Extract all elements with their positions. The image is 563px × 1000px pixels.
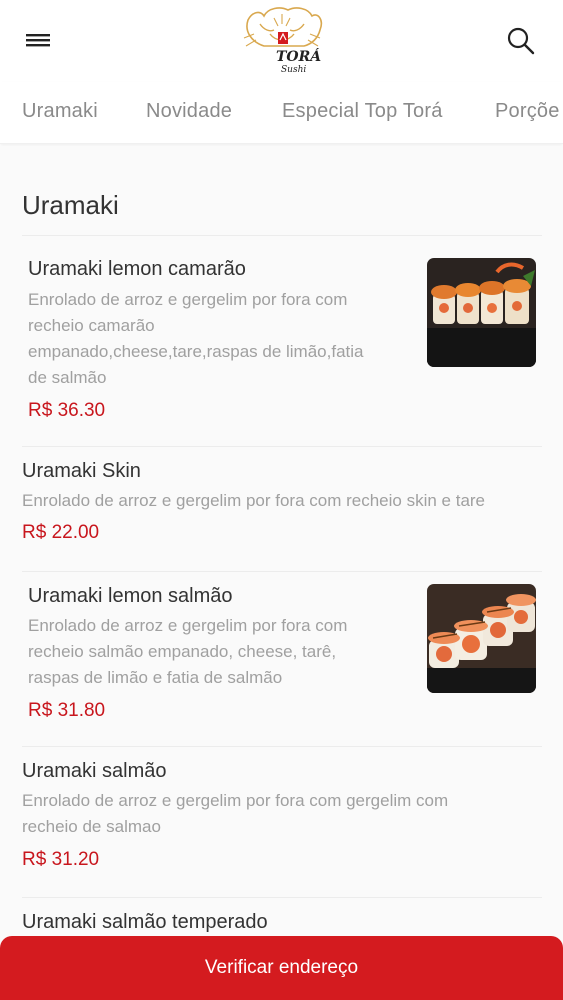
menu-button[interactable] bbox=[22, 26, 54, 54]
menu-item[interactable]: Uramaki salmão Enrolado de arroz e gerge… bbox=[0, 747, 563, 897]
tab-porcoes[interactable]: Porçõe bbox=[495, 100, 560, 123]
tora-sushi-logo[interactable]: TORÁ Sushi bbox=[234, 4, 330, 76]
tab-especial-top-tora[interactable]: Especial Top Torá bbox=[282, 100, 443, 123]
category-tabs: Uramaki Novidade Especial Top Torá Porçõ… bbox=[0, 82, 563, 144]
item-name: Uramaki lemon salmão bbox=[28, 585, 233, 607]
svg-text:Sushi: Sushi bbox=[281, 65, 306, 75]
menu-content: Uramaki Uramaki lemon camarão Enrolado d… bbox=[0, 146, 563, 1000]
item-price: R$ 31.80 bbox=[28, 700, 106, 721]
item-description: Enrolado de arroz e gergelim por fora co… bbox=[28, 290, 364, 387]
item-price: R$ 22.00 bbox=[22, 522, 100, 543]
item-description: Enrolado de arroz e gergelim por fora co… bbox=[22, 491, 486, 510]
item-name: Uramaki salmão temperado bbox=[22, 911, 268, 933]
tab-novidade[interactable]: Novidade bbox=[146, 100, 232, 123]
app-header: TORÁ Sushi bbox=[0, 0, 563, 82]
item-name: Uramaki lemon camarão bbox=[28, 258, 246, 280]
item-photo bbox=[427, 584, 536, 693]
menu-item[interactable]: Uramaki Skin Enrolado de arroz e gergeli… bbox=[0, 447, 563, 571]
item-price: R$ 36.30 bbox=[28, 400, 106, 421]
item-name: Uramaki Skin bbox=[22, 460, 141, 482]
section-title: Uramaki bbox=[22, 190, 119, 220]
menu-item[interactable]: Uramaki lemon salmão Enrolado de arroz e… bbox=[0, 572, 563, 746]
item-description: Enrolado de arroz e gergelim por fora co… bbox=[28, 616, 348, 687]
tab-uramaki[interactable]: Uramaki bbox=[22, 100, 98, 123]
search-button[interactable] bbox=[504, 24, 538, 58]
menu-icon bbox=[26, 34, 50, 47]
item-description: Enrolado de arroz e gergelim por fora co… bbox=[22, 791, 449, 836]
item-name: Uramaki salmão bbox=[22, 760, 167, 782]
item-photo bbox=[427, 258, 536, 367]
item-price: R$ 31.20 bbox=[22, 849, 100, 870]
svg-text:TORÁ: TORÁ bbox=[276, 47, 321, 65]
verify-address-button[interactable]: Verificar endereço bbox=[0, 936, 563, 1000]
menu-item[interactable]: Uramaki lemon camarão Enrolado de arroz … bbox=[0, 236, 563, 446]
search-icon bbox=[507, 27, 535, 55]
